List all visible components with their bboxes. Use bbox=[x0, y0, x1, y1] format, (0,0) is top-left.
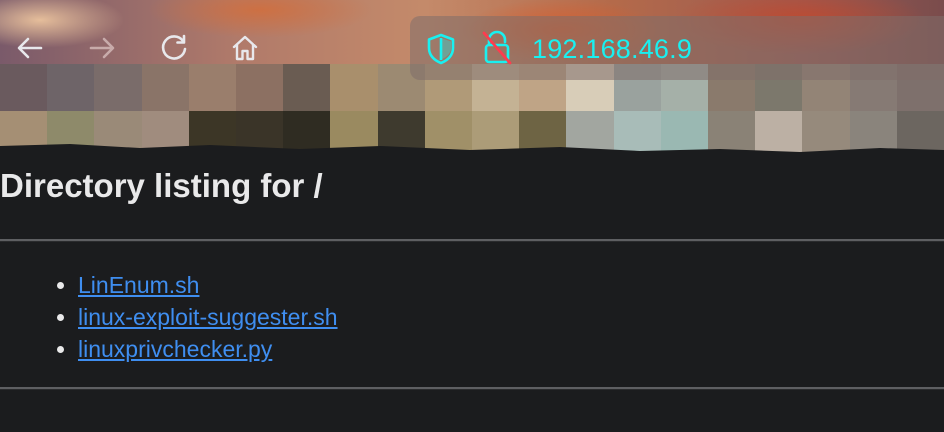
file-link-linux-exploit-suggester[interactable]: linux-exploit-suggester.sh bbox=[78, 304, 338, 330]
bottom-divider bbox=[0, 387, 944, 390]
page-title: Directory listing for / bbox=[0, 167, 323, 204]
reload-icon bbox=[161, 34, 187, 60]
home-icon bbox=[232, 35, 258, 61]
list-item: linux-exploit-suggester.sh bbox=[78, 301, 338, 333]
toolbar-bottom-edge bbox=[0, 144, 944, 158]
browser-toolbar: 192.168.46.9 bbox=[0, 0, 944, 158]
list-item: linuxprivchecker.py bbox=[78, 333, 338, 365]
forward-arrow-icon bbox=[89, 37, 115, 59]
list-item: LinEnum.sh bbox=[78, 269, 338, 301]
insecure-lock-icon[interactable] bbox=[480, 30, 514, 66]
top-divider bbox=[0, 239, 944, 242]
url-bar[interactable]: 192.168.46.9 bbox=[410, 16, 944, 80]
url-text[interactable]: 192.168.46.9 bbox=[532, 32, 692, 66]
back-arrow-icon bbox=[17, 37, 43, 59]
forward-button[interactable] bbox=[84, 30, 120, 66]
reload-button[interactable] bbox=[156, 30, 192, 66]
file-list: LinEnum.sh linux-exploit-suggester.sh li… bbox=[48, 269, 338, 365]
home-button[interactable] bbox=[227, 30, 263, 66]
shield-icon[interactable] bbox=[424, 32, 458, 66]
back-button[interactable] bbox=[12, 30, 48, 66]
file-link-linuxprivchecker[interactable]: linuxprivchecker.py bbox=[78, 336, 272, 362]
file-link-linenum[interactable]: LinEnum.sh bbox=[78, 272, 199, 298]
